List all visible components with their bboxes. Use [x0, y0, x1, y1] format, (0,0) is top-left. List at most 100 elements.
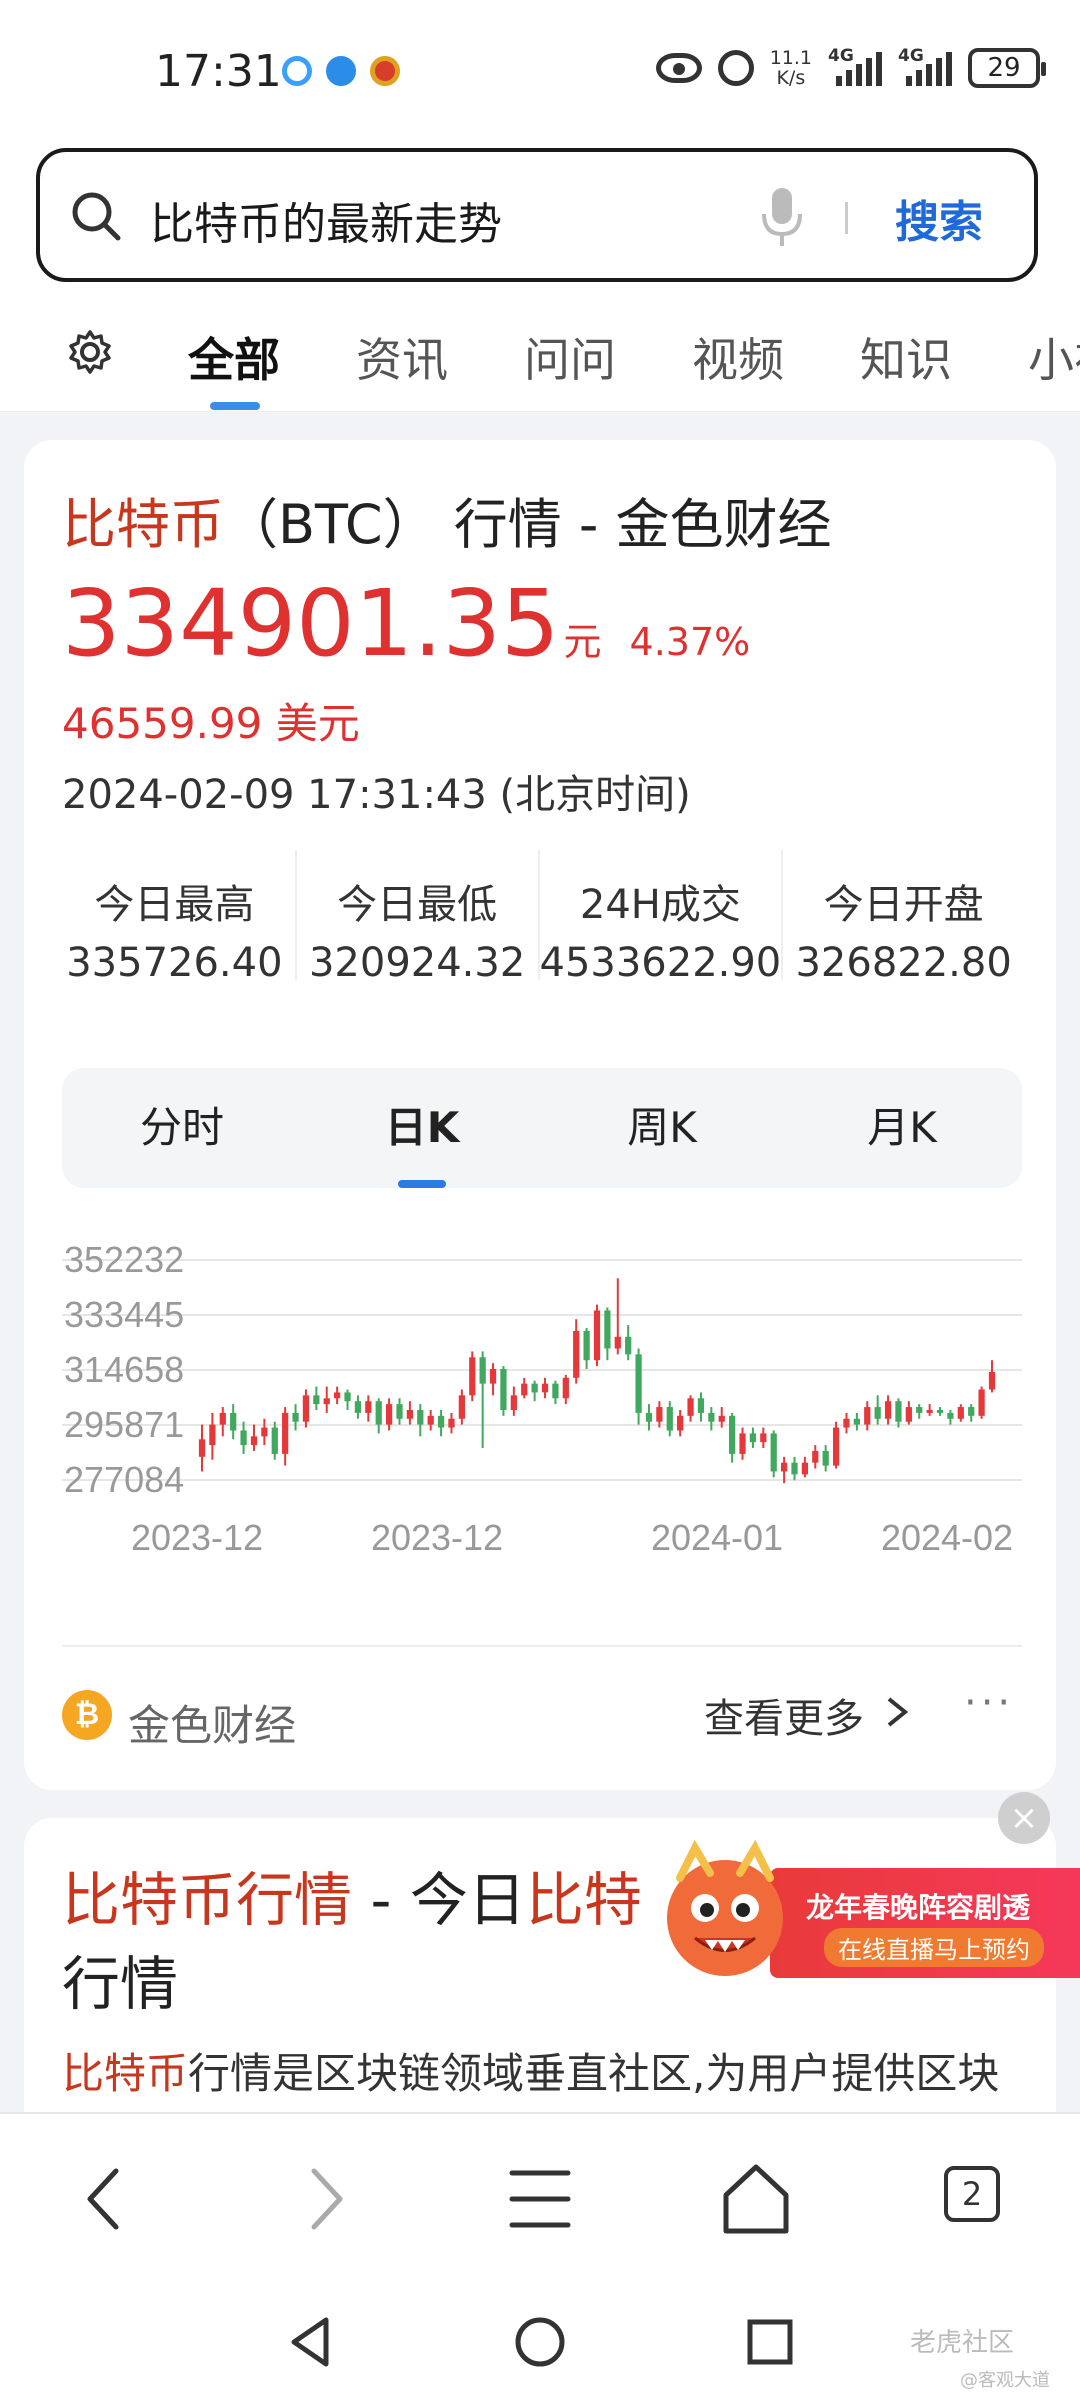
candle-body: [677, 1415, 684, 1431]
search-input[interactable]: 比特币的最新走势 搜索: [36, 148, 1038, 282]
app-notification-icon: [370, 56, 400, 86]
network-speed: 11.1 K/s: [770, 48, 812, 88]
search-button[interactable]: 搜索: [895, 186, 983, 250]
candle-body: [874, 1407, 881, 1419]
title-text: 行情: [62, 1950, 179, 2018]
browser-toolbar: 2: [0, 2112, 1080, 2282]
app-notification-icon: [326, 56, 356, 86]
candle-body: [895, 1401, 902, 1422]
tab-weekly-k[interactable]: 周K: [542, 1068, 782, 1188]
candlestick-chart[interactable]: 352232 333445 314658 295871 277084 2023-12 202…: [62, 1220, 1022, 1600]
net-speed-unit: K/s: [776, 67, 806, 89]
candle-body: [240, 1430, 247, 1446]
candle-body: [396, 1404, 403, 1419]
candle-body: [562, 1377, 569, 1399]
candle-body: [770, 1433, 777, 1472]
gear-icon[interactable]: [66, 328, 114, 376]
stat-value: 326822.80: [795, 940, 1012, 986]
menu-icon[interactable]: [500, 2159, 580, 2239]
stat-value: 320924.32: [308, 940, 526, 986]
candle-body: [936, 1409, 944, 1413]
candle-body: [822, 1450, 829, 1466]
candle-body: [957, 1407, 964, 1419]
stat-open: 今日开盘 326822.80: [783, 850, 1024, 986]
system-back-icon[interactable]: [280, 2312, 340, 2372]
watermark: 老虎社区: [910, 2328, 1015, 2358]
title-highlight: 比特币: [62, 493, 224, 556]
card-divider: [62, 1645, 1022, 1647]
tab-daily-k[interactable]: 日K: [302, 1068, 542, 1188]
candle-body: [791, 1462, 798, 1475]
view-more-link[interactable]: 查看更多: [704, 1686, 864, 1744]
candle-body: [697, 1398, 705, 1413]
tab-switcher-button[interactable]: 2: [944, 2166, 1000, 2222]
candle-body: [968, 1407, 975, 1416]
candle-body: [780, 1462, 788, 1472]
candle-body: [916, 1407, 923, 1413]
app-notification-icon: [282, 56, 312, 86]
more-options-icon[interactable]: ···: [964, 1680, 1014, 1726]
x-tick-label: 2024-02: [881, 1517, 1013, 1558]
tab-all[interactable]: 全部: [188, 324, 280, 390]
candle-body: [905, 1407, 912, 1422]
tab-video[interactable]: 视频: [692, 324, 784, 390]
candle-body: [521, 1383, 528, 1396]
forward-icon[interactable]: [284, 2159, 364, 2239]
tab-news[interactable]: 资讯: [356, 324, 448, 390]
y-tick-label: 314658: [64, 1349, 184, 1390]
price-unit: 元: [563, 620, 602, 664]
candle-body: [926, 1409, 933, 1413]
stat-volume: 24H成交 4533622.90: [540, 850, 784, 986]
status-bar: 17:31 11.1 K/s 4G 4G 29: [0, 0, 1080, 140]
price-change-pct: 4.37%: [629, 620, 751, 664]
candle-body: [635, 1354, 642, 1413]
candle-body: [292, 1412, 299, 1422]
ad-cta[interactable]: 在线直播马上预约: [824, 1928, 1044, 1967]
stats-row: 今日最高 335726.40 今日最低 320924.32 24H成交 4533…: [54, 850, 1024, 986]
price-row: 334901.35 元 4.37%: [62, 570, 750, 677]
candle-body: [843, 1418, 850, 1428]
result-title[interactable]: 比特币（BTC） 行情 - 金色财经: [62, 480, 832, 559]
candle-body: [625, 1336, 632, 1355]
bitcoin-logo-icon: ₿: [62, 1690, 112, 1740]
candle-body: [385, 1404, 393, 1425]
candle-body: [978, 1389, 985, 1416]
net-speed-value: 11.1: [769, 47, 812, 69]
ad-close-button[interactable]: ×: [998, 1792, 1050, 1844]
title-highlight: 比特币行情: [62, 1866, 353, 1934]
eye-icon: [655, 53, 702, 83]
system-recents-icon[interactable]: [740, 2312, 800, 2372]
candle-body: [448, 1418, 455, 1428]
candle-body: [198, 1439, 206, 1457]
candle-body: [219, 1412, 226, 1425]
microphone-icon[interactable]: [760, 186, 804, 250]
y-tick-label: 352232: [64, 1239, 184, 1280]
tab-short-video[interactable]: 小视: [1028, 324, 1080, 390]
y-tick-label: 277084: [64, 1459, 184, 1500]
chevron-right-icon[interactable]: [884, 1696, 910, 1728]
tab-monthly-k[interactable]: 月K: [782, 1068, 1022, 1188]
tab-qa[interactable]: 问问: [524, 324, 616, 390]
system-home-icon[interactable]: [510, 2312, 570, 2372]
dragon-mascot-icon[interactable]: [650, 1838, 800, 1988]
watermark-handle: @客观大道: [960, 2370, 1050, 2391]
btc-quote-card[interactable]: 比特币（BTC） 行情 - 金色财经 334901.35 元 4.37% 465…: [24, 440, 1056, 1790]
ad-banner[interactable]: 龙年春晚阵容剧透 在线直播马上预约: [770, 1868, 1080, 1978]
home-icon[interactable]: [716, 2159, 796, 2239]
tab-intraday[interactable]: 分时: [62, 1068, 302, 1188]
candle-body: [812, 1450, 819, 1463]
search-query[interactable]: 比特币的最新走势: [150, 188, 502, 252]
tab-knowledge[interactable]: 知识: [860, 324, 952, 390]
candle-body: [832, 1427, 840, 1466]
candle-body: [749, 1433, 757, 1443]
alarm-icon: [717, 50, 754, 86]
candle-body: [884, 1401, 892, 1419]
candle-body: [573, 1330, 580, 1378]
candle-body: [583, 1330, 590, 1361]
source-name[interactable]: 金色财经: [128, 1692, 296, 1753]
candle-body: [334, 1392, 341, 1399]
back-icon[interactable]: [66, 2159, 146, 2239]
candle-body: [230, 1412, 237, 1431]
active-tab-indicator: [210, 402, 260, 410]
stat-label: 今日最低: [337, 882, 498, 928]
